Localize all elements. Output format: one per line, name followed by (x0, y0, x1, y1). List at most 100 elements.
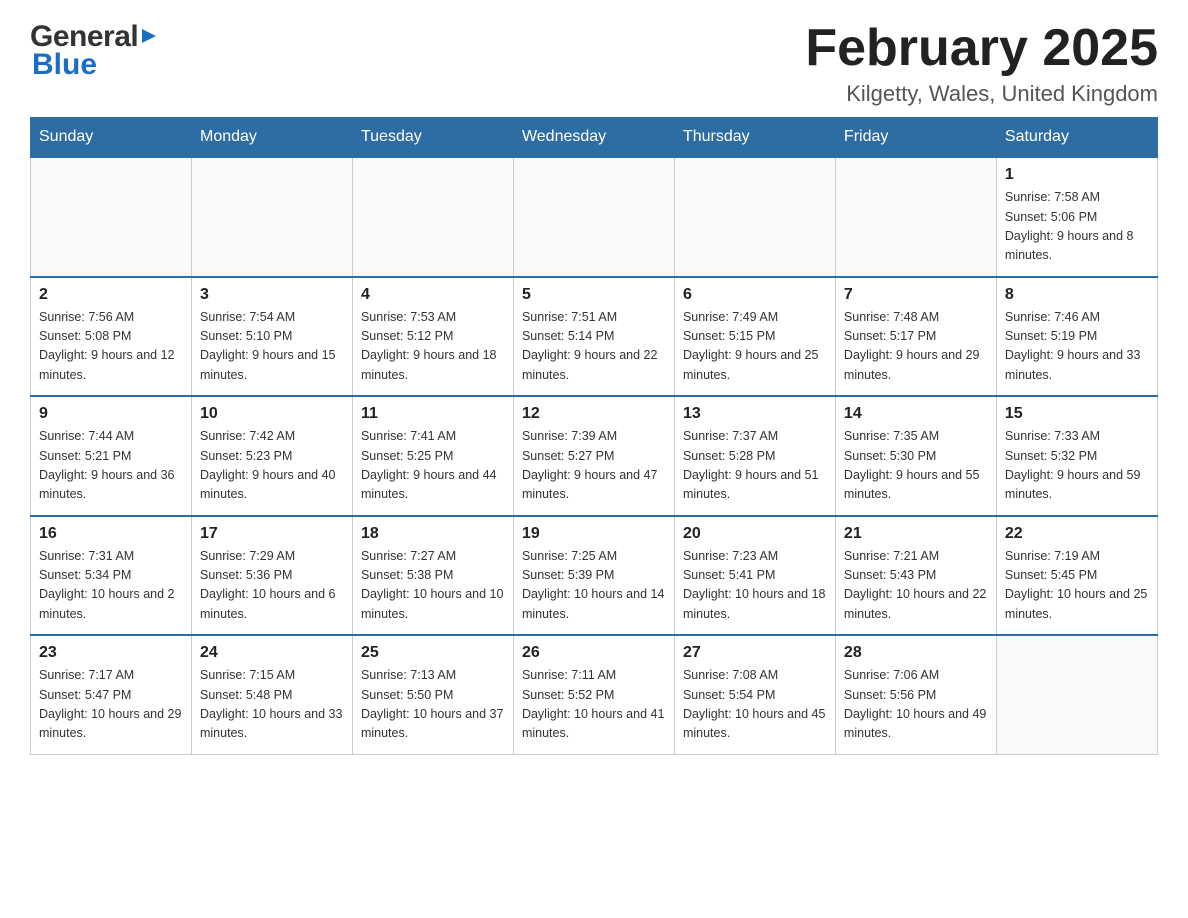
day-info: Sunrise: 7:23 AM Sunset: 5:41 PM Dayligh… (683, 547, 827, 625)
calendar-cell (835, 157, 996, 277)
logo-blue: Blue (32, 48, 97, 82)
day-number: 13 (683, 405, 827, 423)
day-number: 16 (39, 525, 183, 543)
calendar-cell (513, 157, 674, 277)
calendar-cell: 22Sunrise: 7:19 AM Sunset: 5:45 PM Dayli… (996, 516, 1157, 636)
day-number: 14 (844, 405, 988, 423)
calendar-cell: 3 Sunrise: 7:54 AM Sunset: 5:10 PM Daylig… (191, 277, 352, 397)
calendar-week-2: 2 Sunrise: 7:56 AM Sunset: 5:08 PM Daylig… (31, 277, 1158, 397)
day-info: Sunrise: 7:27 AM Sunset: 5:38 PM Dayligh… (361, 547, 505, 625)
calendar-week-5: 23 Sunrise: 7:17 AM Sunset: 5:47 PM Dayli… (31, 635, 1158, 754)
calendar-cell: 7Sunrise: 7:48 AM Sunset: 5:17 PM Daylig… (835, 277, 996, 397)
calendar-header-sunday: Sunday (31, 118, 192, 158)
day-number: 19 (522, 525, 666, 543)
calendar-header-row: SundayMondayTuesdayWednesdayThursdayFrid… (31, 118, 1158, 158)
day-info: Sunrise: 7:35 AM Sunset: 5:30 PM Dayligh… (844, 427, 988, 505)
calendar-cell (31, 157, 192, 277)
title-block: February 2025 Kilgetty, Wales, United Ki… (805, 20, 1158, 107)
day-number: 17 (200, 525, 344, 543)
day-info: Sunrise: 7:13 AM Sunset: 5:50 PM Dayligh… (361, 666, 505, 744)
calendar-cell: 25 Sunrise: 7:13 AM Sunset: 5:50 PM Dayli… (352, 635, 513, 754)
calendar-header-wednesday: Wednesday (513, 118, 674, 158)
day-info: Sunrise: 7:46 AM Sunset: 5:19 PM Dayligh… (1005, 308, 1149, 386)
calendar-cell: 18 Sunrise: 7:27 AM Sunset: 5:38 PM Dayli… (352, 516, 513, 636)
day-info: Sunrise: 7:49 AM Sunset: 5:15 PM Dayligh… (683, 308, 827, 386)
calendar-cell: 9 Sunrise: 7:44 AM Sunset: 5:21 PM Daylig… (31, 396, 192, 516)
calendar-cell (674, 157, 835, 277)
day-info: Sunrise: 7:11 AM Sunset: 5:52 PM Dayligh… (522, 666, 666, 744)
day-number: 26 (522, 644, 666, 662)
day-info: Sunrise: 7:06 AM Sunset: 5:56 PM Dayligh… (844, 666, 988, 744)
calendar-cell: 1Sunrise: 7:58 AM Sunset: 5:06 PM Daylig… (996, 157, 1157, 277)
day-info: Sunrise: 7:53 AM Sunset: 5:12 PM Dayligh… (361, 308, 505, 386)
day-number: 23 (39, 644, 183, 662)
logo-triangle-icon (140, 27, 158, 45)
day-info: Sunrise: 7:58 AM Sunset: 5:06 PM Dayligh… (1005, 188, 1149, 266)
location: Kilgetty, Wales, United Kingdom (805, 81, 1158, 107)
calendar-cell: 27Sunrise: 7:08 AM Sunset: 5:54 PM Dayli… (674, 635, 835, 754)
calendar-cell: 21 Sunrise: 7:21 AM Sunset: 5:43 PM Dayli… (835, 516, 996, 636)
day-number: 18 (361, 525, 505, 543)
day-info: Sunrise: 7:29 AM Sunset: 5:36 PM Dayligh… (200, 547, 344, 625)
calendar-cell: 17 Sunrise: 7:29 AM Sunset: 5:36 PM Dayli… (191, 516, 352, 636)
calendar-week-4: 16 Sunrise: 7:31 AM Sunset: 5:34 PM Dayli… (31, 516, 1158, 636)
day-number: 4 (361, 286, 505, 304)
calendar-cell: 5 Sunrise: 7:51 AM Sunset: 5:14 PM Daylig… (513, 277, 674, 397)
day-info: Sunrise: 7:44 AM Sunset: 5:21 PM Dayligh… (39, 427, 183, 505)
logo: General Blue (30, 20, 158, 82)
page-header: General Blue February 2025 Kilgetty, Wal… (30, 20, 1158, 107)
calendar-cell: 16 Sunrise: 7:31 AM Sunset: 5:34 PM Dayli… (31, 516, 192, 636)
day-info: Sunrise: 7:17 AM Sunset: 5:47 PM Dayligh… (39, 666, 183, 744)
calendar-cell: 14 Sunrise: 7:35 AM Sunset: 5:30 PM Dayli… (835, 396, 996, 516)
day-info: Sunrise: 7:25 AM Sunset: 5:39 PM Dayligh… (522, 547, 666, 625)
day-number: 8 (1005, 286, 1149, 304)
day-info: Sunrise: 7:56 AM Sunset: 5:08 PM Dayligh… (39, 308, 183, 386)
day-number: 2 (39, 286, 183, 304)
calendar-week-3: 9 Sunrise: 7:44 AM Sunset: 5:21 PM Daylig… (31, 396, 1158, 516)
day-number: 21 (844, 525, 988, 543)
day-info: Sunrise: 7:48 AM Sunset: 5:17 PM Dayligh… (844, 308, 988, 386)
day-info: Sunrise: 7:33 AM Sunset: 5:32 PM Dayligh… (1005, 427, 1149, 505)
day-number: 28 (844, 644, 988, 662)
day-number: 5 (522, 286, 666, 304)
day-info: Sunrise: 7:54 AM Sunset: 5:10 PM Dayligh… (200, 308, 344, 386)
calendar-cell: 11 Sunrise: 7:41 AM Sunset: 5:25 PM Dayli… (352, 396, 513, 516)
day-number: 15 (1005, 405, 1149, 423)
calendar-cell: 8 Sunrise: 7:46 AM Sunset: 5:19 PM Daylig… (996, 277, 1157, 397)
day-info: Sunrise: 7:31 AM Sunset: 5:34 PM Dayligh… (39, 547, 183, 625)
calendar: SundayMondayTuesdayWednesdayThursdayFrid… (30, 117, 1158, 755)
day-info: Sunrise: 7:21 AM Sunset: 5:43 PM Dayligh… (844, 547, 988, 625)
day-number: 12 (522, 405, 666, 423)
day-info: Sunrise: 7:41 AM Sunset: 5:25 PM Dayligh… (361, 427, 505, 505)
calendar-cell: 4 Sunrise: 7:53 AM Sunset: 5:12 PM Daylig… (352, 277, 513, 397)
calendar-cell (191, 157, 352, 277)
calendar-cell: 23 Sunrise: 7:17 AM Sunset: 5:47 PM Dayli… (31, 635, 192, 754)
calendar-cell: 26 Sunrise: 7:11 AM Sunset: 5:52 PM Dayli… (513, 635, 674, 754)
calendar-cell (352, 157, 513, 277)
day-number: 27 (683, 644, 827, 662)
calendar-cell: 6Sunrise: 7:49 AM Sunset: 5:15 PM Daylig… (674, 277, 835, 397)
calendar-cell: 24 Sunrise: 7:15 AM Sunset: 5:48 PM Dayli… (191, 635, 352, 754)
calendar-cell: 12 Sunrise: 7:39 AM Sunset: 5:27 PM Dayli… (513, 396, 674, 516)
day-info: Sunrise: 7:37 AM Sunset: 5:28 PM Dayligh… (683, 427, 827, 505)
day-number: 3 (200, 286, 344, 304)
calendar-cell (996, 635, 1157, 754)
calendar-cell: 15 Sunrise: 7:33 AM Sunset: 5:32 PM Dayli… (996, 396, 1157, 516)
calendar-cell: 10 Sunrise: 7:42 AM Sunset: 5:23 PM Dayli… (191, 396, 352, 516)
calendar-header-monday: Monday (191, 118, 352, 158)
calendar-cell: 20Sunrise: 7:23 AM Sunset: 5:41 PM Dayli… (674, 516, 835, 636)
day-info: Sunrise: 7:19 AM Sunset: 5:45 PM Dayligh… (1005, 547, 1149, 625)
calendar-cell: 2 Sunrise: 7:56 AM Sunset: 5:08 PM Daylig… (31, 277, 192, 397)
day-number: 11 (361, 405, 505, 423)
day-number: 9 (39, 405, 183, 423)
day-number: 25 (361, 644, 505, 662)
day-info: Sunrise: 7:39 AM Sunset: 5:27 PM Dayligh… (522, 427, 666, 505)
day-info: Sunrise: 7:51 AM Sunset: 5:14 PM Dayligh… (522, 308, 666, 386)
day-info: Sunrise: 7:15 AM Sunset: 5:48 PM Dayligh… (200, 666, 344, 744)
day-number: 10 (200, 405, 344, 423)
day-number: 24 (200, 644, 344, 662)
day-info: Sunrise: 7:42 AM Sunset: 5:23 PM Dayligh… (200, 427, 344, 505)
calendar-header-tuesday: Tuesday (352, 118, 513, 158)
calendar-header-saturday: Saturday (996, 118, 1157, 158)
calendar-header-thursday: Thursday (674, 118, 835, 158)
